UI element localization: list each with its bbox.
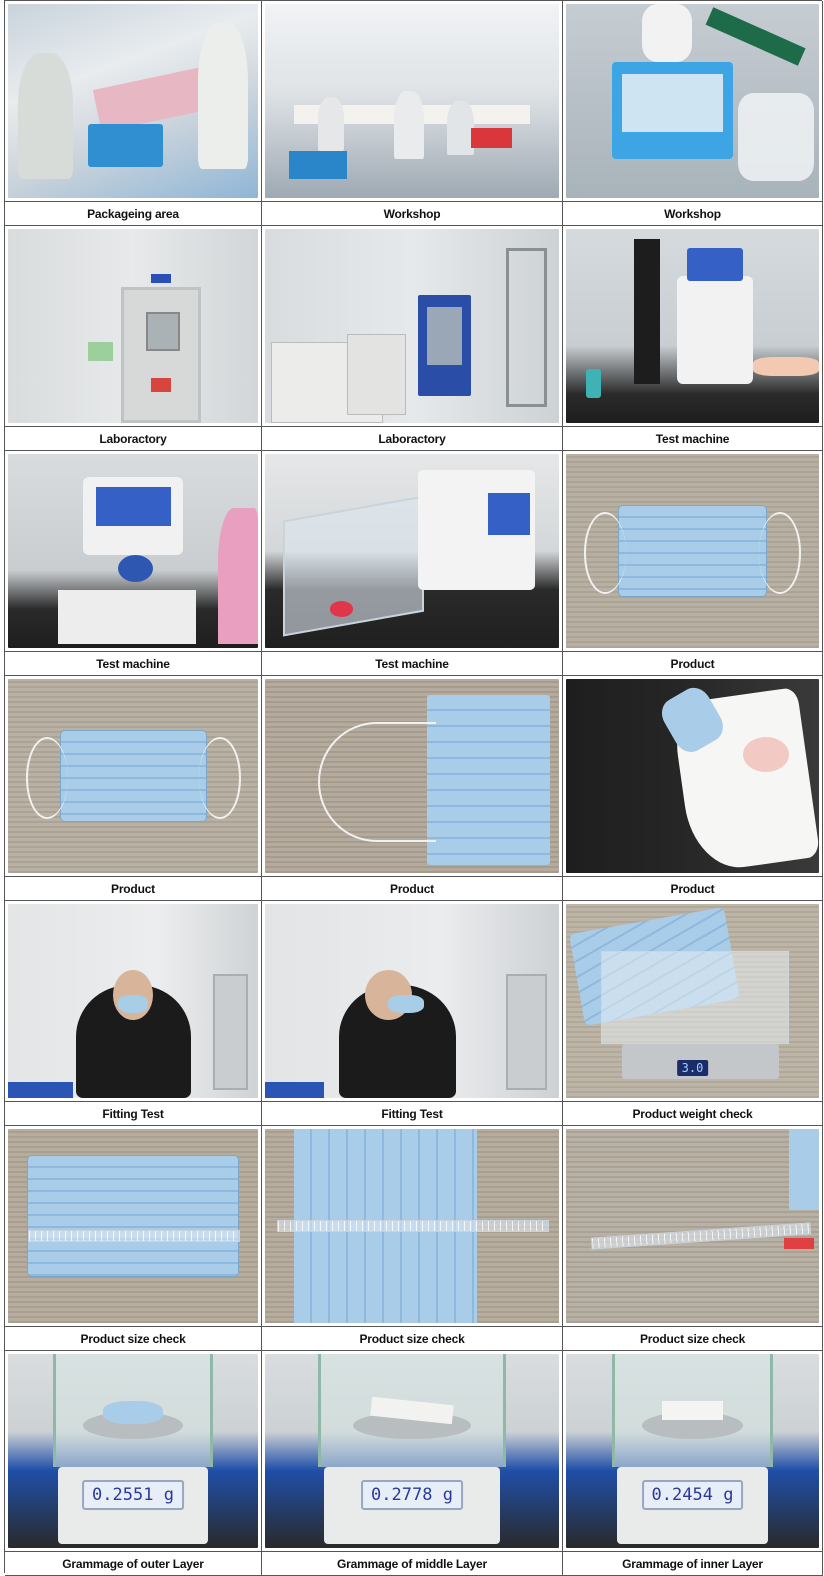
photo-cell-laboratory-2 (262, 226, 563, 427)
analytical-balance-photo-outer: 0.2551 g (8, 1354, 258, 1548)
mask-product-photo-3 (265, 679, 559, 873)
caption-cell: Product (563, 652, 823, 676)
photo-cell-grammage-middle: 0.2778 g (262, 1351, 563, 1552)
mask-product-photo-2 (8, 679, 258, 873)
photo-caption: Product (670, 656, 715, 671)
photo-caption: Product (390, 881, 434, 896)
photo-cell-packaging (5, 1, 262, 202)
photo-cell-test-machine-2 (5, 451, 262, 652)
product-size-photo-1 (8, 1129, 258, 1323)
photo-caption: Product (670, 881, 715, 896)
photo-cell-grammage-inner: 0.2454 g (563, 1351, 823, 1552)
photo-caption: Fitting Test (102, 1106, 164, 1121)
caption-cell: Workshop (262, 202, 563, 226)
flow-test-machine-photo (265, 454, 559, 648)
photo-cell-test-machine-3 (262, 451, 563, 652)
packaging-area-photo (8, 4, 258, 198)
balance-readout: 0.2551 g (82, 1480, 184, 1510)
photo-caption: Workshop (664, 206, 721, 221)
photo-caption: Grammage of middle Layer (337, 1556, 487, 1571)
caption-cell: Test machine (5, 652, 262, 676)
tensile-test-machine-photo (566, 229, 819, 423)
photo-cell-workshop-1 (262, 1, 563, 202)
caption-cell: Product size check (563, 1327, 823, 1351)
caption-cell: Grammage of middle Layer (262, 1552, 563, 1576)
caption-cell: Product (5, 877, 262, 901)
photo-cell-fitting-2 (262, 901, 563, 1102)
fitting-test-front-photo (8, 904, 258, 1098)
caption-cell: Packageing area (5, 202, 262, 226)
photo-cell-size-check-1 (5, 1126, 262, 1327)
balance-readout: 0.2454 g (641, 1480, 744, 1510)
caption-cell: Grammage of outer Layer (5, 1552, 262, 1576)
photo-caption: Laboractory (378, 431, 446, 446)
photo-caption: Fitting Test (381, 1106, 443, 1121)
photo-cell-size-check-3 (563, 1126, 823, 1327)
photo-caption: Grammage of inner Layer (622, 1556, 763, 1571)
caption-cell: Fitting Test (5, 1102, 262, 1126)
caption-cell: Product size check (262, 1327, 563, 1351)
measuring-ruler (28, 1229, 240, 1242)
caption-cell: Test machine (563, 427, 823, 451)
caption-cell: Product weight check (563, 1102, 823, 1126)
photo-caption: Workshop (383, 206, 441, 221)
caption-cell: Workshop (563, 202, 823, 226)
caption-cell: Product size check (5, 1327, 262, 1351)
photo-cell-product-4 (563, 676, 823, 877)
face-mask-graphic (60, 731, 206, 821)
photo-caption: Product (111, 881, 155, 896)
face-mask-graphic (619, 506, 766, 596)
laboratory-equipment-photo (265, 229, 559, 423)
product-size-photo-2 (265, 1129, 559, 1323)
photo-caption: Test machine (96, 656, 170, 671)
measuring-ruler (276, 1220, 550, 1233)
photo-cell-workshop-2 (563, 1, 823, 202)
photo-cell-weight-check: 3.0 (563, 901, 823, 1102)
caption-cell: Grammage of inner Layer (563, 1552, 823, 1576)
analytical-balance-photo-inner: 0.2454 g (566, 1354, 819, 1548)
workshop-photo-2 (566, 4, 819, 198)
photo-cell-product-2 (5, 676, 262, 877)
photo-caption: Test machine (655, 431, 730, 446)
mask-product-photo-1 (566, 454, 819, 648)
photo-cell-product-3 (262, 676, 563, 877)
photo-caption: Product size check (359, 1331, 465, 1346)
photo-cell-grammage-outer: 0.2551 g (5, 1351, 262, 1552)
fit-test-machine-photo (8, 454, 258, 648)
face-mask-worn (118, 995, 148, 1013)
photo-cell-laboratory-1 (5, 226, 262, 427)
measuring-ruler (591, 1222, 812, 1250)
fitting-test-side-photo (265, 904, 559, 1098)
caption-cell: Product (563, 877, 823, 901)
caption-cell: Laboractory (5, 427, 262, 451)
caption-cell: Laboractory (262, 427, 563, 451)
photo-caption: Laboractory (99, 431, 167, 446)
caption-cell: Fitting Test (262, 1102, 563, 1126)
photo-caption: Grammage of outer Layer (62, 1556, 204, 1571)
photo-caption: Product size check (80, 1331, 186, 1346)
product-size-photo-3 (566, 1129, 819, 1323)
photo-cell-test-machine-1 (563, 226, 823, 427)
photo-grid: Packageing area Workshop Workshop Labora… (4, 0, 823, 1576)
photo-cell-fitting-1 (5, 901, 262, 1102)
photo-caption: Product weight check (632, 1106, 753, 1121)
face-mask-graphic (28, 1156, 238, 1277)
analytical-balance-photo-middle: 0.2778 g (265, 1354, 559, 1548)
caption-cell: Product (262, 877, 563, 901)
photo-caption: Packageing area (87, 206, 179, 221)
photo-caption: Test machine (375, 656, 449, 671)
product-weight-photo: 3.0 (566, 904, 819, 1098)
face-mask-worn (388, 995, 424, 1013)
caption-cell: Test machine (262, 652, 563, 676)
photo-caption: Product size check (639, 1331, 746, 1346)
workshop-photo-1 (265, 4, 559, 198)
scale-display: 3.0 (676, 1060, 709, 1076)
balance-readout: 0.2778 g (361, 1480, 463, 1510)
laboratory-door-photo (8, 229, 258, 423)
photo-cell-size-check-2 (262, 1126, 563, 1327)
mask-closeup-photo (566, 679, 821, 874)
photo-cell-product-1 (563, 451, 823, 652)
